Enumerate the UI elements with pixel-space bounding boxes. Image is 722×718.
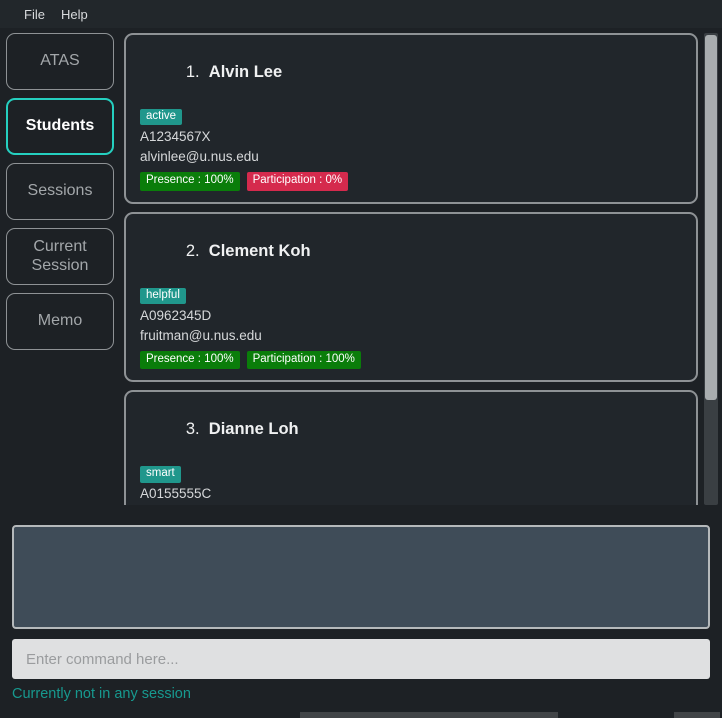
student-tag-row: smart	[140, 463, 682, 483]
student-card-column: 1. Alvin Lee active A1234567X alvinlee@u…	[124, 33, 702, 505]
student-email: alvinlee@u.nus.edu	[140, 148, 259, 164]
student-stats-row: Presence : 100% Participation : 100%	[140, 350, 682, 370]
student-list-scrollbar[interactable]	[704, 33, 718, 505]
app-window: File Help ATAS Students Sessions Current…	[0, 0, 722, 718]
student-name: 3. Dianne Loh	[185, 420, 299, 439]
student-tag[interactable]: active	[140, 109, 183, 126]
student-matric: A1234567X	[140, 129, 211, 144]
sidebar-item-current-session[interactable]: Current Session	[6, 228, 114, 285]
menu-item-help[interactable]: Help	[53, 5, 96, 24]
student-card[interactable]: 1. Alvin Lee active A1234567X alvinlee@u…	[124, 33, 698, 204]
sidebar-item-atas[interactable]: ATAS	[6, 33, 114, 90]
student-tag-row: active	[140, 106, 682, 126]
sidebar-item-sessions[interactable]: Sessions	[6, 163, 114, 220]
command-input-placeholder: Enter command here...	[26, 650, 179, 668]
status-bar-text: Currently not in any session	[12, 686, 191, 702]
student-tag[interactable]: helpful	[140, 287, 186, 304]
student-stats-row: Presence : 100% Participation : 0%	[140, 171, 682, 191]
student-email: diannecap5@u.nus.edu	[140, 504, 682, 505]
presence-badge: Presence : 100%	[140, 350, 240, 370]
student-tag-row: helpful	[140, 285, 682, 304]
presence-badge: Presence : 100%	[140, 171, 240, 191]
student-list[interactable]: 1. Alvin Lee active A1234567X alvinlee@u…	[124, 33, 722, 505]
student-tag[interactable]: smart	[140, 466, 181, 483]
student-email: fruitman@u.nus.edu	[140, 327, 262, 343]
student-card[interactable]: 3. Dianne Loh smart A0155555C diannecap5…	[124, 390, 698, 505]
participation-badge: Participation : 100%	[246, 350, 361, 370]
command-input[interactable]: Enter command here...	[12, 639, 710, 679]
background-window-artifact	[300, 712, 720, 718]
student-index: 1.	[185, 63, 200, 81]
student-matric: A0155555C	[140, 486, 212, 502]
sidebar-item-memo[interactable]: Memo	[6, 293, 114, 350]
student-name: 1. Alvin Lee	[185, 63, 283, 81]
sidebar: ATAS Students Sessions Current Session M…	[6, 33, 116, 350]
sidebar-item-students[interactable]: Students	[6, 98, 114, 155]
student-card[interactable]: 2. Clement Koh helpful A0962345D fruitma…	[124, 211, 698, 383]
result-display	[12, 525, 710, 629]
menu-bar: File Help	[0, 0, 722, 28]
student-index: 2.	[185, 241, 200, 260]
participation-badge: Participation : 0%	[246, 171, 349, 191]
student-name: 2. Clement Koh	[185, 241, 311, 260]
scrollbar-thumb[interactable]	[705, 35, 717, 400]
menu-item-file[interactable]: File	[16, 5, 53, 24]
student-index: 3.	[185, 420, 200, 439]
student-matric: A0962345D	[140, 307, 212, 323]
